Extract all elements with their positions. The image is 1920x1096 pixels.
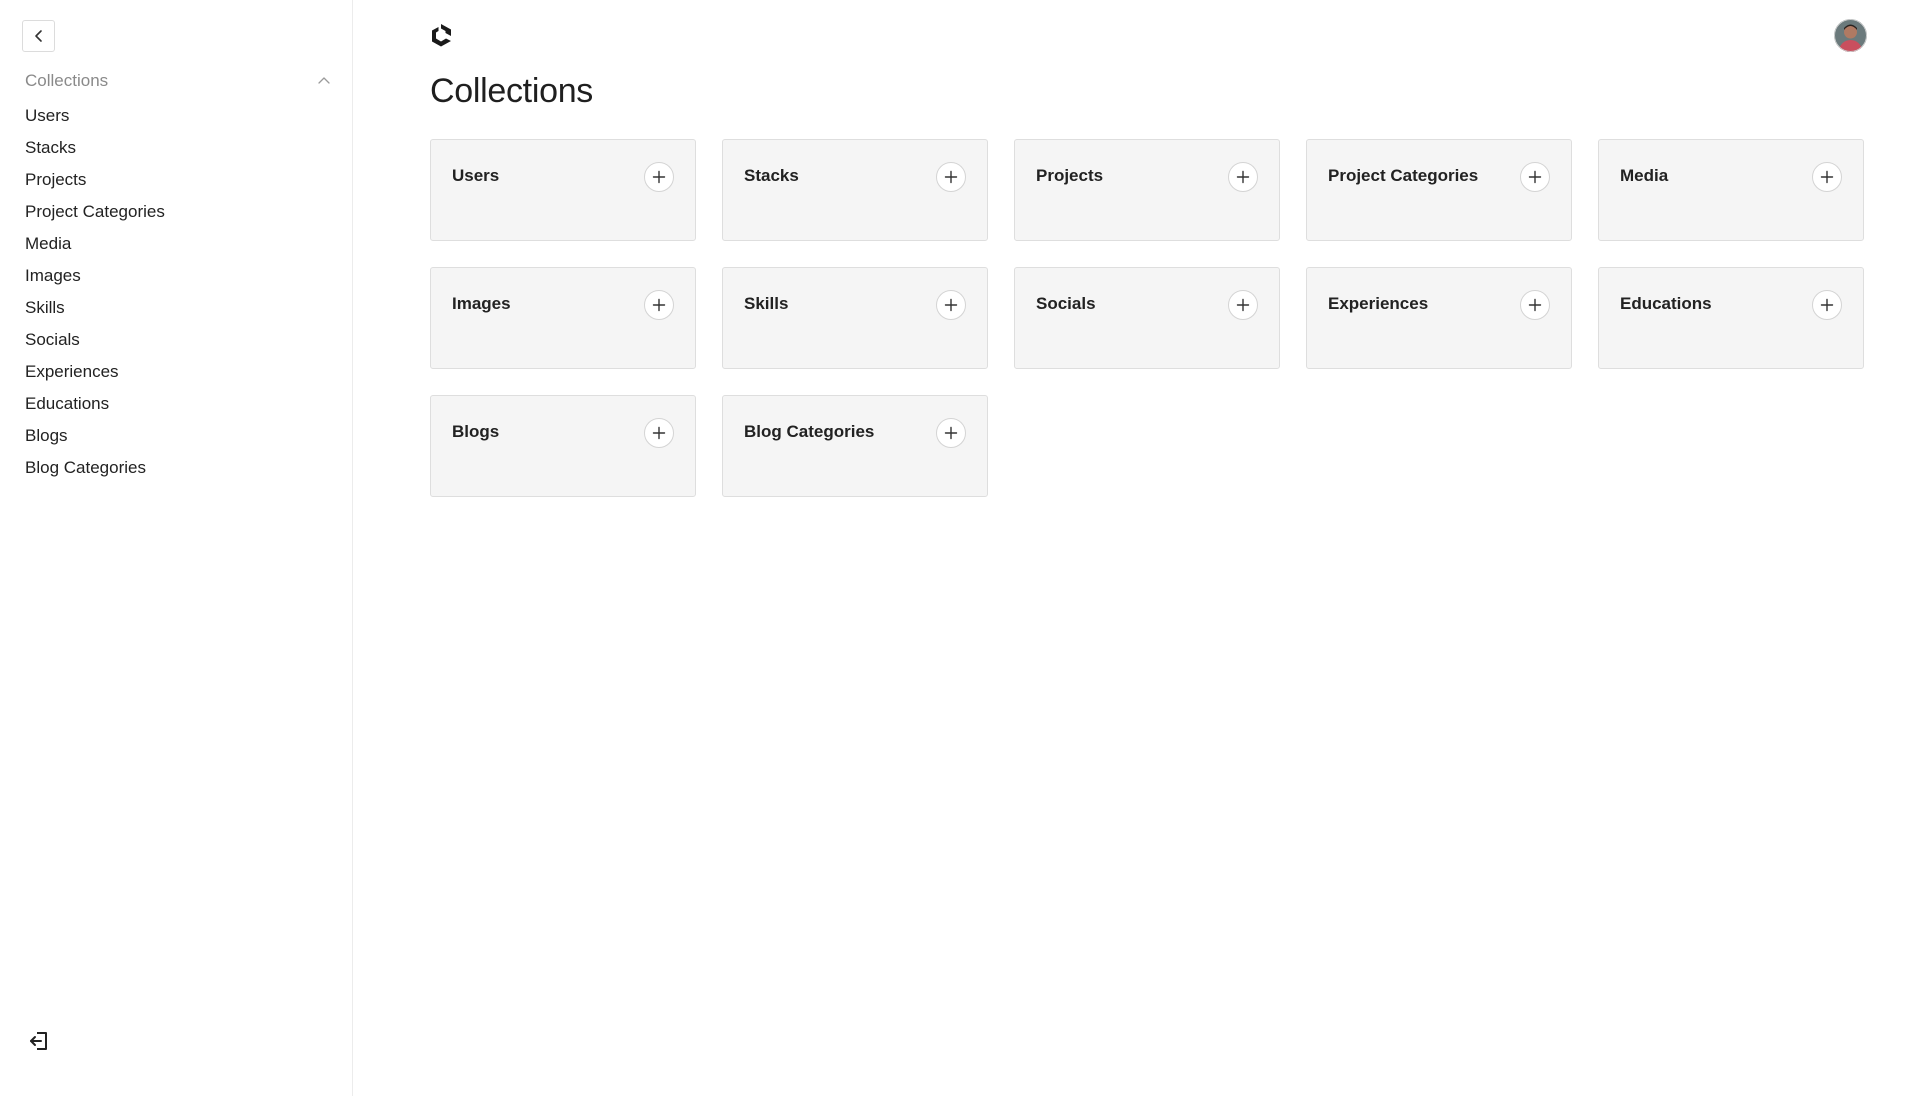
card-label: Educations bbox=[1620, 294, 1712, 313]
app-root: Collections Users Stacks Projects Projec… bbox=[0, 0, 1920, 1096]
sidebar-nav-list: Users Stacks Projects Project Categories… bbox=[25, 100, 165, 484]
card-label: Blogs bbox=[452, 422, 500, 441]
add-users-button[interactable] bbox=[644, 162, 674, 192]
card-label: Projects bbox=[1036, 166, 1104, 185]
plus-icon bbox=[944, 170, 958, 184]
plus-icon bbox=[652, 426, 666, 440]
sidebar-item-educations[interactable]: Educations bbox=[25, 388, 165, 420]
sidebar-item-users[interactable]: Users bbox=[25, 100, 165, 132]
sidebar-item-blog-categories[interactable]: Blog Categories bbox=[25, 452, 165, 484]
plus-icon bbox=[1820, 298, 1834, 312]
add-socials-button[interactable] bbox=[1228, 290, 1258, 320]
plus-icon bbox=[652, 170, 666, 184]
collection-card-images[interactable]: Images bbox=[430, 267, 696, 369]
card-label: Experiences bbox=[1328, 294, 1429, 313]
plus-icon bbox=[944, 426, 958, 440]
add-projects-button[interactable] bbox=[1228, 162, 1258, 192]
add-project-categories-button[interactable] bbox=[1520, 162, 1550, 192]
chevron-up-icon bbox=[318, 77, 330, 84]
collection-card-project-categories[interactable]: Project Categories bbox=[1306, 139, 1572, 241]
collection-card-blogs[interactable]: Blogs bbox=[430, 395, 696, 497]
collection-card-media[interactable]: Media bbox=[1598, 139, 1864, 241]
add-skills-button[interactable] bbox=[936, 290, 966, 320]
collection-card-experiences[interactable]: Experiences bbox=[1306, 267, 1572, 369]
plus-icon bbox=[1236, 170, 1250, 184]
app-logo[interactable] bbox=[429, 22, 455, 48]
card-label: Images bbox=[452, 294, 511, 313]
collapse-sidebar-button[interactable] bbox=[22, 20, 55, 52]
sidebar-item-socials[interactable]: Socials bbox=[25, 324, 165, 356]
plus-icon bbox=[1236, 298, 1250, 312]
plus-icon bbox=[1528, 170, 1542, 184]
card-label: Stacks bbox=[744, 166, 799, 185]
plus-icon bbox=[1528, 298, 1542, 312]
payload-logo-icon bbox=[432, 24, 451, 47]
add-experiences-button[interactable] bbox=[1520, 290, 1550, 320]
add-stacks-button[interactable] bbox=[936, 162, 966, 192]
user-avatar[interactable] bbox=[1834, 19, 1867, 52]
collection-card-educations[interactable]: Educations bbox=[1598, 267, 1864, 369]
add-blogs-button[interactable] bbox=[644, 418, 674, 448]
plus-icon bbox=[1820, 170, 1834, 184]
collection-card-projects[interactable]: Projects bbox=[1014, 139, 1280, 241]
sidebar-item-blogs[interactable]: Blogs bbox=[25, 420, 165, 452]
collection-card-blog-categories[interactable]: Blog Categories bbox=[722, 395, 988, 497]
add-educations-button[interactable] bbox=[1812, 290, 1842, 320]
sidebar-item-project-categories[interactable]: Project Categories bbox=[25, 196, 165, 228]
sidebar-item-experiences[interactable]: Experiences bbox=[25, 356, 165, 388]
sidebar-item-images[interactable]: Images bbox=[25, 260, 165, 292]
collection-card-socials[interactable]: Socials bbox=[1014, 267, 1280, 369]
card-label: Socials bbox=[1036, 294, 1096, 313]
logout-button[interactable] bbox=[26, 1028, 52, 1054]
avatar-image bbox=[1834, 19, 1867, 52]
add-blog-categories-button[interactable] bbox=[936, 418, 966, 448]
collection-card-skills[interactable]: Skills bbox=[722, 267, 988, 369]
card-label: Media bbox=[1620, 166, 1669, 185]
sidebar: Collections Users Stacks Projects Projec… bbox=[0, 0, 353, 1096]
add-images-button[interactable] bbox=[644, 290, 674, 320]
chevron-left-icon bbox=[34, 30, 42, 42]
card-label: Users bbox=[452, 166, 500, 185]
sidebar-item-stacks[interactable]: Stacks bbox=[25, 132, 165, 164]
nav-group-label: Collections bbox=[25, 71, 109, 90]
add-media-button[interactable] bbox=[1812, 162, 1842, 192]
collection-card-users[interactable]: Users bbox=[430, 139, 696, 241]
card-label: Skills bbox=[744, 294, 789, 313]
card-label: Project Categories bbox=[1328, 166, 1479, 185]
page-title: Collections bbox=[430, 72, 593, 110]
sidebar-item-skills[interactable]: Skills bbox=[25, 292, 165, 324]
main-content: Collections Users Stacks Projects Projec… bbox=[353, 0, 1920, 1096]
sidebar-item-projects[interactable]: Projects bbox=[25, 164, 165, 196]
collection-card-stacks[interactable]: Stacks bbox=[722, 139, 988, 241]
card-label: Blog Categories bbox=[744, 422, 875, 441]
logout-icon bbox=[30, 1032, 47, 1050]
plus-icon bbox=[652, 298, 666, 312]
plus-icon bbox=[944, 298, 958, 312]
sidebar-item-media[interactable]: Media bbox=[25, 228, 165, 260]
nav-group-collections-toggle[interactable]: Collections bbox=[25, 68, 331, 94]
collections-grid: Users Stacks Projects Project Categories bbox=[430, 139, 1864, 497]
